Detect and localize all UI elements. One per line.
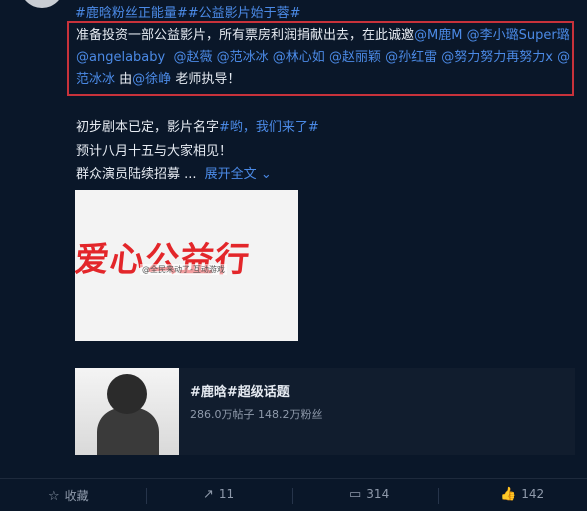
user-avatar[interactable]: [20, 0, 64, 8]
expand-button[interactable]: 展开全文 ⌄: [205, 167, 272, 182]
topic-stats: 286.0万帖子 148.2万粉丝: [190, 408, 323, 421]
post-text-segment: 准备投资一部公益影片，所有票房利润捐献出去，在此诚邀: [76, 28, 415, 43]
repost-icon: ↗: [203, 487, 214, 502]
divider: [438, 488, 439, 504]
mention-link[interactable]: @范冰冰: [217, 50, 269, 65]
divider: [146, 488, 147, 504]
mention-link[interactable]: @M鹿M: [414, 28, 462, 43]
mention-link[interactable]: @angelababy: [76, 50, 165, 65]
hashtag-line[interactable]: #鹿晗粉丝正能量##公益影片始于蓉#: [75, 2, 301, 21]
mention-link[interactable]: @努力努力再努力x: [441, 50, 553, 65]
portrait-head: [107, 374, 147, 414]
favorite-label: 收藏: [64, 489, 89, 503]
topic-card[interactable]: #鹿晗#超级话题 286.0万帖子 148.2万粉丝: [75, 368, 575, 455]
comment-count: 314: [366, 487, 390, 501]
mention-link[interactable]: @赵薇: [173, 50, 212, 65]
favorite-button[interactable]: ☆ 收藏: [48, 487, 89, 504]
mention-link[interactable]: @李小璐Super璐: [467, 28, 570, 43]
post-text-segment: 初步剧本已定，影片名字: [76, 120, 220, 135]
chevron-down-icon: ⌄: [260, 167, 272, 182]
post-highlight-text: 准备投资一部公益影片，所有票房利润捐献出去，在此诚邀@M鹿M @李小璐Super…: [76, 25, 572, 91]
mention-link[interactable]: @赵丽颖: [329, 50, 381, 65]
hashtag-link[interactable]: #哟，我们来了#: [219, 120, 319, 135]
post-line-title: 初步剧本已定，影片名字#哟，我们来了#: [76, 117, 319, 139]
post-image[interactable]: 爱心公益行 @全民来动了-互动游戏: [75, 190, 298, 341]
comment-icon: ▭: [349, 487, 362, 502]
post-text-segment: 群众演员陆续招募 ...: [76, 167, 197, 182]
like-button[interactable]: 👍 142: [500, 487, 544, 502]
comment-button[interactable]: ▭ 314: [349, 487, 389, 502]
action-bar: ☆ 收藏 ↗ 11 ▭ 314 👍 142: [0, 478, 587, 511]
image-watermark: @全民来动了-互动游戏: [140, 264, 227, 275]
topic-title[interactable]: #鹿晗#超级话题: [190, 381, 290, 400]
like-count: 142: [521, 487, 545, 501]
repost-button[interactable]: ↗ 11: [203, 487, 234, 502]
repost-count: 11: [218, 487, 235, 501]
mention-link[interactable]: @孙红雷: [385, 50, 437, 65]
post-line-recruit: 群众演员陆续招募 ... 展开全文 ⌄: [76, 163, 272, 182]
post-line-date: 预计八月十五与大家相见！: [76, 144, 233, 159]
divider: [292, 488, 293, 504]
image-banner-text: 爱心公益行: [75, 240, 253, 280]
mention-link[interactable]: @林心如: [273, 50, 325, 65]
topic-thumbnail: [75, 368, 179, 455]
thumbs-up-icon: 👍: [500, 487, 517, 502]
star-icon: ☆: [48, 489, 60, 504]
post-text-segment: 老师执导！: [175, 72, 241, 87]
expand-label: 展开全文: [204, 167, 257, 182]
mention-link[interactable]: @徐峥: [132, 72, 171, 87]
post-text-segment: 由: [119, 72, 133, 87]
portrait-body: [97, 408, 159, 455]
